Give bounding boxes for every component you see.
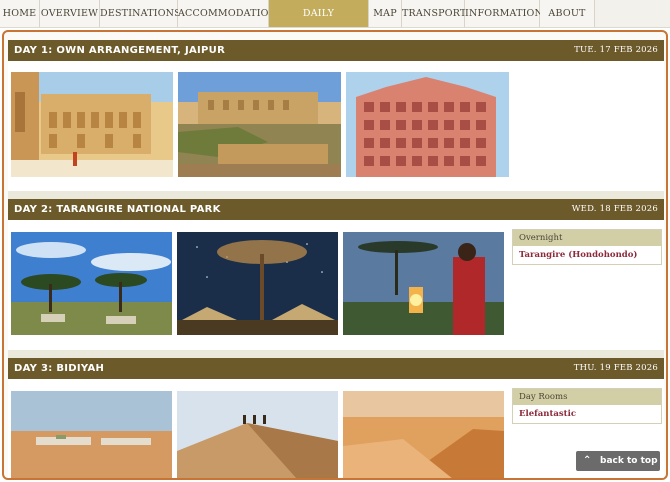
photo-hawa-mahal[interactable] — [346, 72, 509, 177]
overnight-heading: Overnight — [513, 230, 661, 246]
photo-acacia-savanna[interactable] — [11, 232, 172, 335]
photo-amber-fort[interactable] — [178, 72, 341, 177]
day-2-body: Overnight Tarangire (Hondohondo) — [8, 220, 664, 350]
day-rooms-box: Day Rooms Elefantastic — [512, 388, 662, 424]
nav-map[interactable]: MAP — [369, 0, 402, 27]
photo-sand-dunes-sunset[interactable] — [343, 391, 504, 478]
day-3-header: DAY 3: BIDIYAH THU. 19 FEB 2026 — [8, 358, 664, 379]
day-rooms-link[interactable]: Elefantastic — [513, 405, 661, 423]
photo-night-camp[interactable] — [177, 232, 338, 335]
nav-information[interactable]: INFORMATION — [465, 0, 543, 27]
nav-overview[interactable]: OVERVIEW — [40, 0, 100, 27]
photo-maasai-lantern[interactable] — [343, 232, 504, 335]
nav-about-us[interactable]: ABOUT US — [540, 0, 595, 46]
overnight-link[interactable]: Tarangire (Hondohondo) — [513, 246, 661, 264]
overnight-box: Overnight Tarangire (Hondohondo) — [512, 229, 662, 265]
day-1-date: TUE. 17 FEB 2026 — [574, 45, 658, 55]
nav-accommodation[interactable]: ACCOMMODATION — [178, 0, 277, 27]
back-to-top-label: back to top — [600, 456, 658, 466]
day-2-header: DAY 2: TARANGIRE NATIONAL PARK WED. 18 F… — [8, 199, 664, 220]
daily-itinerary-panel: DAY 1: OWN ARRANGEMENT, JAIPUR TUE. 17 F… — [2, 30, 668, 480]
day-1-header: DAY 1: OWN ARRANGEMENT, JAIPUR TUE. 17 F… — [8, 40, 664, 61]
day-3-date: THU. 19 FEB 2026 — [573, 363, 658, 373]
nav-home[interactable]: HOME — [0, 0, 40, 27]
day-2-date: WED. 18 FEB 2026 — [571, 204, 658, 214]
photo-dune-riders[interactable] — [177, 391, 338, 478]
day-rooms-heading: Day Rooms — [513, 389, 661, 405]
back-to-top-button[interactable]: ⌃ back to top — [576, 451, 660, 471]
day-1-title: DAY 1: OWN ARRANGEMENT, JAIPUR — [14, 45, 226, 56]
main-navigation: HOME OVERVIEW DESTINATIONS ACCOMMODATION… — [0, 0, 670, 46]
day-2-title: DAY 2: TARANGIRE NATIONAL PARK — [14, 204, 221, 215]
day-separator — [8, 191, 664, 199]
day-1-body — [8, 61, 664, 191]
day-3-title: DAY 3: BIDIYAH — [14, 363, 105, 374]
day-3-body: Day Rooms Elefantastic — [8, 379, 664, 478]
nav-destinations[interactable]: DESTINATIONS — [100, 0, 181, 27]
nav-daily-information[interactable]: DAILY INFORMATION — [269, 0, 369, 46]
photo-jaipur-palace[interactable] — [11, 72, 173, 177]
chevron-up-icon: ⌃ — [583, 455, 592, 466]
day-separator — [8, 350, 664, 358]
photo-desert-village[interactable] — [11, 391, 172, 478]
nav-transport[interactable]: TRANSPORT — [402, 0, 466, 27]
